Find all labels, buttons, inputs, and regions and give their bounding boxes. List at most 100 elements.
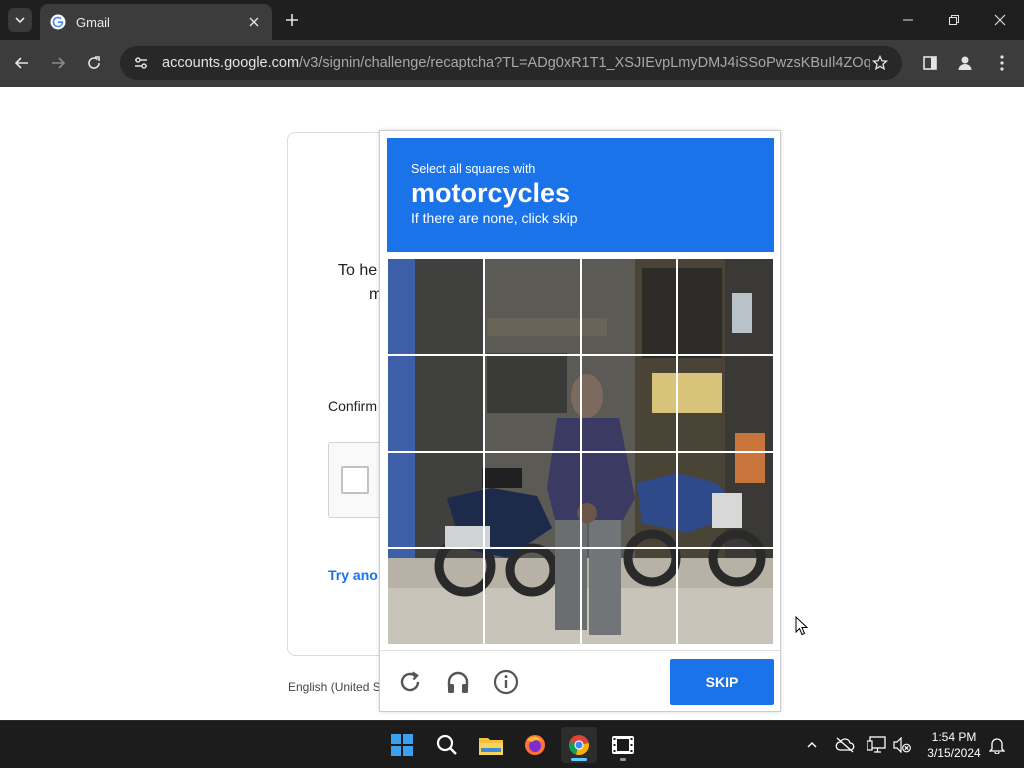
description-line1: To he xyxy=(338,262,378,279)
taskbar-search-button[interactable] xyxy=(429,727,465,763)
film-icon xyxy=(612,736,634,754)
url-path: /v3/signin/challenge/recaptcha?TL=ADg0xR… xyxy=(299,55,870,71)
clock[interactable]: 1:54 PM 3/15/2024 xyxy=(918,729,990,761)
grid-tile[interactable] xyxy=(387,450,485,550)
notifications-button[interactable] xyxy=(985,733,1009,757)
chevron-down-icon xyxy=(15,17,25,24)
side-panel-icon xyxy=(923,56,937,70)
bell-icon xyxy=(989,738,1005,754)
onedrive-button[interactable] xyxy=(833,733,857,757)
grid-tile[interactable] xyxy=(676,258,774,356)
confirm-label: Confirm xyxy=(328,398,378,414)
language-selector[interactable]: English (United S xyxy=(288,680,381,694)
network-icon xyxy=(867,736,886,753)
grid-tile[interactable] xyxy=(482,450,582,550)
challenge-target: motorcycles xyxy=(411,178,571,208)
active-indicator xyxy=(571,758,587,761)
challenge-image-grid xyxy=(387,258,774,645)
restore-button[interactable] xyxy=(942,8,966,32)
windows-start-icon xyxy=(391,734,413,756)
reload-icon xyxy=(88,56,100,69)
new-tab-button[interactable] xyxy=(282,10,302,30)
show-hidden-icons-button[interactable] xyxy=(800,733,824,757)
close-tab-button[interactable] xyxy=(246,14,262,30)
try-another-way-link[interactable]: Try ano xyxy=(328,567,378,583)
chrome-icon xyxy=(568,735,589,755)
grid-tile[interactable] xyxy=(482,547,582,645)
volume-button[interactable] xyxy=(890,733,914,757)
cloud-off-icon xyxy=(835,737,855,753)
grid-tile[interactable] xyxy=(482,353,582,453)
minimize-icon xyxy=(903,19,913,21)
grid-tile[interactable] xyxy=(676,353,774,453)
challenge-header: Select all squares with motorcycles If t… xyxy=(387,138,774,252)
clock-date: 3/15/2024 xyxy=(927,746,981,760)
firefox-button[interactable] xyxy=(517,727,553,763)
volume-muted-icon xyxy=(893,737,911,753)
minimize-button[interactable] xyxy=(896,8,920,32)
site-settings-button[interactable] xyxy=(132,54,150,72)
grid-tile[interactable] xyxy=(387,353,485,453)
site-settings-icon xyxy=(135,57,147,69)
challenge-instruction: Select all squares with xyxy=(411,162,536,176)
forward-button[interactable] xyxy=(46,51,70,75)
url-text: accounts.google.com/v3/signin/challenge/… xyxy=(162,55,870,71)
search-icon xyxy=(436,734,457,755)
info-icon xyxy=(493,669,519,695)
close-icon xyxy=(249,17,259,27)
chrome-button[interactable] xyxy=(561,727,597,763)
grid-tile[interactable] xyxy=(387,547,485,645)
file-explorer-button[interactable] xyxy=(473,727,509,763)
address-bar[interactable]: accounts.google.com/v3/signin/challenge/… xyxy=(120,46,902,80)
plus-icon xyxy=(286,14,298,26)
tab-strip: Gmail xyxy=(0,0,1024,40)
more-vert-icon xyxy=(1000,55,1004,71)
grid-tile[interactable] xyxy=(579,258,679,356)
grid-tile[interactable] xyxy=(482,258,582,356)
grid-tile[interactable] xyxy=(579,450,679,550)
challenge-footer: SKIP xyxy=(380,650,780,712)
clock-time: 1:54 PM xyxy=(931,730,977,744)
skip-button[interactable]: SKIP xyxy=(670,659,774,705)
chevron-up-icon xyxy=(807,741,817,748)
audio-challenge-button[interactable] xyxy=(444,668,472,696)
challenge-hint: If there are none, click skip xyxy=(411,210,578,226)
grid-tile[interactable] xyxy=(676,450,774,550)
taskbar: 1:54 PM 3/15/2024 xyxy=(0,720,1024,768)
firefox-icon xyxy=(525,735,545,755)
close-window-button[interactable] xyxy=(988,8,1012,32)
bookmark-button[interactable] xyxy=(870,53,890,73)
video-app-button[interactable] xyxy=(605,727,641,763)
star-icon xyxy=(872,55,888,71)
google-favicon xyxy=(50,14,66,30)
profile-icon xyxy=(958,56,972,70)
network-button[interactable] xyxy=(865,733,889,757)
grid-tile[interactable] xyxy=(387,258,485,356)
recaptcha-checkbox[interactable] xyxy=(341,466,369,494)
reload-challenge-button[interactable] xyxy=(396,668,424,696)
back-arrow-icon xyxy=(14,57,28,69)
tab-search-button[interactable] xyxy=(8,8,32,32)
grid-tile[interactable] xyxy=(579,547,679,645)
reload-button[interactable] xyxy=(82,51,106,75)
help-button[interactable] xyxy=(492,668,520,696)
restore-icon xyxy=(949,15,959,25)
start-button[interactable] xyxy=(384,727,420,763)
grid-tile[interactable] xyxy=(579,353,679,453)
file-explorer-icon xyxy=(479,738,503,755)
headphones-icon xyxy=(447,671,469,693)
close-icon xyxy=(994,14,1006,26)
url-host: accounts.google.com xyxy=(162,55,300,71)
profile-button[interactable] xyxy=(953,51,977,75)
browser-toolbar: accounts.google.com/v3/signin/challenge/… xyxy=(0,40,1024,87)
back-button[interactable] xyxy=(10,51,34,75)
grid-tile[interactable] xyxy=(676,547,774,645)
forward-arrow-icon xyxy=(52,57,66,69)
tab-gmail[interactable]: Gmail xyxy=(40,4,272,40)
running-indicator xyxy=(620,758,626,761)
tab-title: Gmail xyxy=(76,14,110,30)
refresh-icon xyxy=(400,671,420,692)
menu-button[interactable] xyxy=(990,51,1014,75)
recaptcha-challenge: Select all squares with motorcycles If t… xyxy=(379,130,781,712)
side-panel-button[interactable] xyxy=(918,51,942,75)
